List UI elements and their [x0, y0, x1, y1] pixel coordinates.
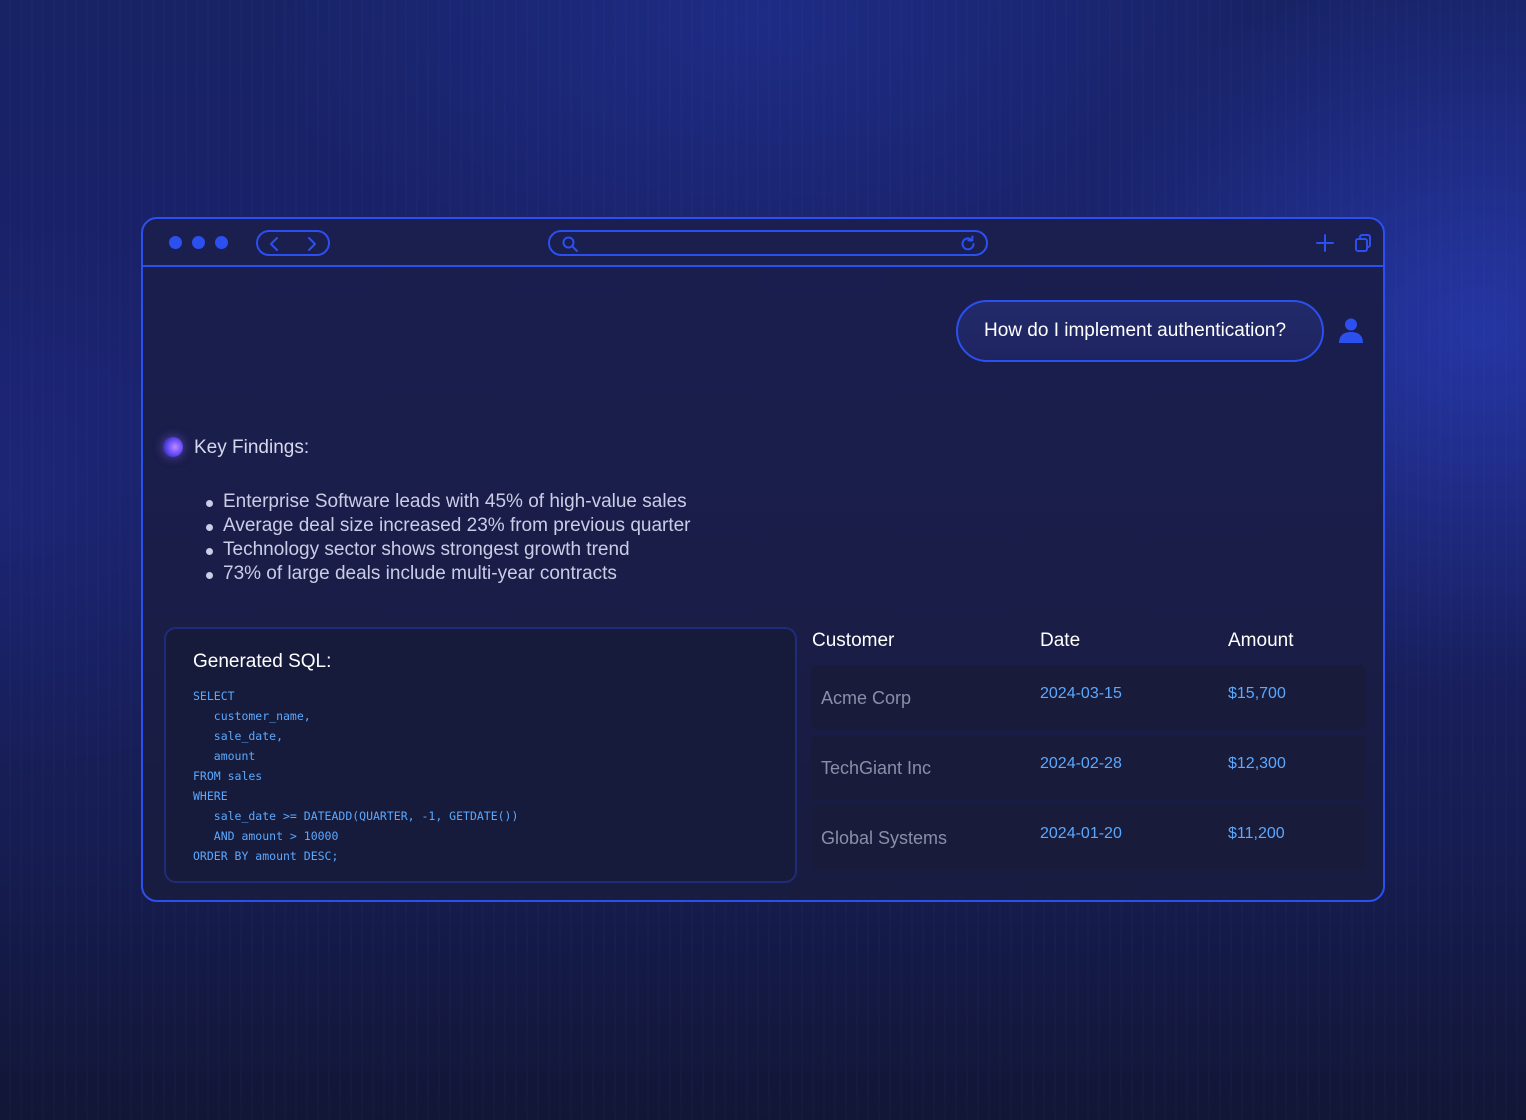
- assistant-avatar-icon: [163, 437, 183, 457]
- chevron-right-icon[interactable]: [302, 235, 320, 253]
- cell-customer: TechGiant Inc: [821, 758, 932, 778]
- finding-item: 73% of large deals include multi-year co…: [203, 562, 691, 586]
- sql-code-block: SELECT customer_name, sale_date, amount …: [193, 689, 519, 863]
- finding-item: Technology sector shows strongest growth…: [203, 538, 691, 562]
- search-icon: [562, 236, 578, 252]
- column-header-customer: Customer: [812, 630, 895, 651]
- finding-item: Average deal size increased 23% from pre…: [203, 514, 691, 538]
- browser-toolbar: [143, 219, 1383, 267]
- cell-date: 2024-02-28: [1040, 755, 1122, 772]
- column-header-date: Date: [1040, 630, 1081, 651]
- column-header-amount: Amount: [1228, 630, 1294, 651]
- cell-amount: $12,300: [1228, 755, 1286, 772]
- reload-icon[interactable]: [959, 235, 977, 253]
- window-dot-3[interactable]: [215, 236, 228, 249]
- cell-date: 2024-03-15: [1040, 685, 1122, 702]
- cell-customer: Global Systems: [821, 828, 948, 848]
- chevron-left-icon[interactable]: [266, 235, 284, 253]
- nav-buttons: [256, 230, 330, 256]
- browser-window: How do I implement authentication? Key F…: [141, 217, 1385, 902]
- finding-item: Enterprise Software leads with 45% of hi…: [203, 490, 691, 514]
- cell-amount: $15,700: [1228, 685, 1286, 702]
- table-row[interactable]: Acme Corp 2024-03-15 $15,700: [811, 665, 1366, 730]
- user-avatar-icon: [1339, 318, 1363, 343]
- generated-sql-card: Generated SQL: SELECT customer_name, sal…: [164, 627, 797, 883]
- cell-date: 2024-01-20: [1040, 825, 1122, 842]
- plus-icon[interactable]: [1314, 232, 1336, 254]
- address-bar[interactable]: [548, 230, 988, 256]
- table-row[interactable]: TechGiant Inc 2024-02-28 $12,300: [811, 735, 1366, 800]
- table-row[interactable]: Global Systems 2024-01-20 $11,200: [811, 805, 1366, 870]
- copy-icon[interactable]: [1352, 232, 1374, 254]
- user-message-bubble: How do I implement authentication?: [956, 300, 1324, 362]
- findings-list: Enterprise Software leads with 45% of hi…: [203, 490, 691, 586]
- findings-title: Key Findings:: [194, 437, 310, 458]
- cell-customer: Acme Corp: [821, 688, 912, 708]
- sql-card-title: Generated SQL:: [193, 651, 332, 672]
- window-dot-1[interactable]: [169, 236, 182, 249]
- window-dot-2[interactable]: [192, 236, 205, 249]
- cell-amount: $11,200: [1228, 825, 1285, 842]
